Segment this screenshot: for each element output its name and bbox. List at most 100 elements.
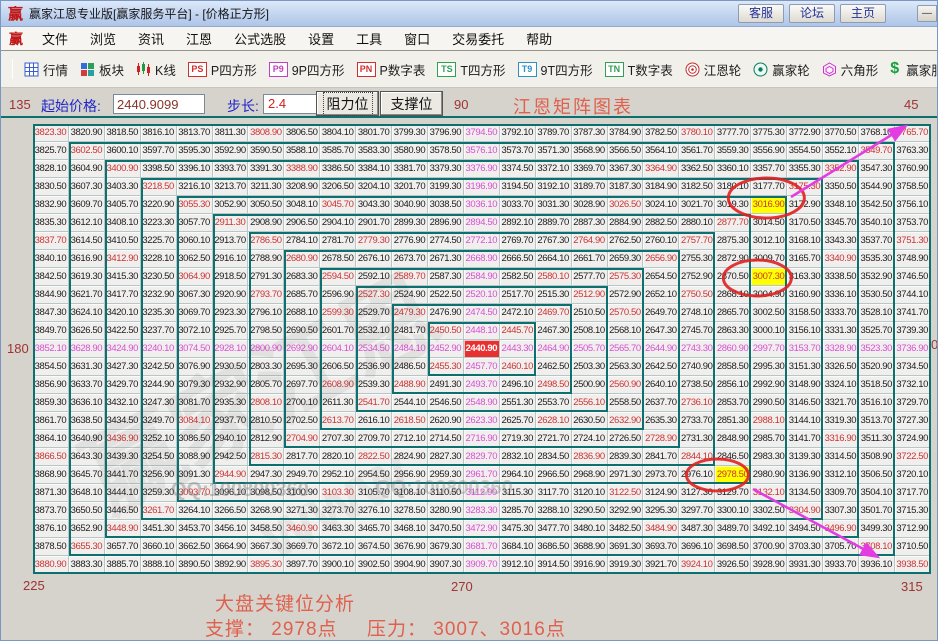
matrix-cell[interactable]: 3571.30 [536, 142, 572, 160]
matrix-cell[interactable]: 2596.90 [320, 286, 356, 304]
matrix-cell[interactable]: 3780.10 [679, 124, 715, 142]
matrix-cell[interactable]: 2856.10 [715, 376, 751, 394]
matrix-cell[interactable]: 3268.90 [248, 502, 284, 520]
matrix-cell[interactable]: 3897.70 [284, 556, 320, 574]
matrix-cell[interactable]: 3048.10 [284, 196, 320, 214]
matrix-cell[interactable]: 3206.50 [320, 178, 356, 196]
matrix-cell[interactable]: 3470.50 [428, 520, 464, 538]
matrix-cell[interactable]: 2956.90 [392, 466, 428, 484]
matrix-cell[interactable]: 2678.50 [320, 250, 356, 268]
matrix-cell[interactable]: 2971.30 [608, 466, 644, 484]
matrix-cell[interactable]: 3484.90 [643, 520, 679, 538]
matrix-cell[interactable]: 2659.30 [608, 250, 644, 268]
matrix-cell[interactable]: 2937.70 [213, 412, 249, 430]
matrix-cell[interactable]: 2582.50 [500, 268, 536, 286]
matrix-cell[interactable]: 3259.30 [141, 484, 177, 502]
matrix-cell[interactable]: 3796.90 [428, 124, 464, 142]
matrix-cell[interactable]: 3391.30 [248, 160, 284, 178]
matrix-cell[interactable]: 2721.70 [536, 430, 572, 448]
matrix-cell[interactable]: 3067.30 [177, 286, 213, 304]
menu-item-6[interactable]: 设置 [297, 32, 345, 47]
matrix-cell[interactable]: 2964.10 [500, 466, 536, 484]
matrix-cell[interactable]: 3748.90 [895, 250, 931, 268]
matrix-cell[interactable]: 3854.50 [33, 358, 69, 376]
matrix-cell[interactable]: 3355.30 [787, 160, 823, 178]
matrix-cell[interactable]: 2469.70 [536, 304, 572, 322]
matrix-cell[interactable]: 3710.50 [895, 538, 931, 556]
matrix-cell[interactable]: 3477.70 [536, 520, 572, 538]
matrix-cell[interactable]: 3352.90 [823, 160, 859, 178]
matrix-cell[interactable]: 3165.70 [787, 250, 823, 268]
matrix-cell[interactable]: 3696.10 [679, 538, 715, 556]
matrix-cell[interactable]: 3309.70 [823, 484, 859, 502]
matrix-cell[interactable]: 2476.90 [428, 304, 464, 322]
matrix-cell[interactable]: 3024.10 [643, 196, 679, 214]
matrix-cell[interactable]: 3650.50 [69, 502, 105, 520]
matrix-cell[interactable]: 3840.10 [33, 250, 69, 268]
matrix-cell[interactable]: 3835.30 [33, 214, 69, 232]
matrix-cell[interactable]: 2716.90 [464, 430, 500, 448]
matrix-cell[interactable]: 3744.10 [895, 286, 931, 304]
matrix-cell[interactable]: 3261.70 [141, 502, 177, 520]
matrix-cell[interactable]: 3660.10 [141, 538, 177, 556]
matrix-cell[interactable]: 3676.90 [392, 538, 428, 556]
matrix-cell[interactable]: 3403.30 [105, 178, 141, 196]
matrix-cell[interactable]: 3648.10 [69, 484, 105, 502]
matrix-cell[interactable]: 2968.90 [572, 466, 608, 484]
matrix-cell[interactable]: 2796.10 [248, 304, 284, 322]
matrix-cell[interactable]: 2522.50 [428, 286, 464, 304]
matrix-cell[interactable]: 3218.50 [141, 178, 177, 196]
matrix-cell[interactable]: 3004.90 [751, 286, 787, 304]
matrix-cell[interactable]: 3933.70 [823, 556, 859, 574]
matrix-cell[interactable]: 3444.10 [105, 484, 141, 502]
matrix-cell[interactable]: 3544.90 [859, 178, 895, 196]
matrix-cell[interactable]: 2858.50 [715, 358, 751, 376]
matrix-cell[interactable]: 3021.70 [679, 196, 715, 214]
matrix-cell[interactable]: 2952.10 [320, 466, 356, 484]
matrix-cell[interactable]: 3180.10 [715, 178, 751, 196]
matrix-cell[interactable]: 3825.70 [33, 142, 69, 160]
matrix-cell[interactable]: 2452.90 [428, 340, 464, 358]
matrix-cell[interactable]: 3513.70 [859, 412, 895, 430]
matrix-cell[interactable]: 3888.10 [141, 556, 177, 574]
matrix-cell[interactable]: 3580.90 [392, 142, 428, 160]
matrix-cell[interactable]: 3014.50 [751, 214, 787, 232]
matrix-cell[interactable]: 3684.10 [500, 538, 536, 556]
matrix-cell[interactable]: 2472.10 [500, 304, 536, 322]
matrix-cell[interactable]: 3211.30 [248, 178, 284, 196]
matrix-cell[interactable]: 3187.30 [608, 178, 644, 196]
toolbar-item-T四方形[interactable]: TST四方形 [437, 60, 505, 79]
matrix-cell[interactable]: 2980.90 [751, 466, 787, 484]
matrix-cell[interactable]: 3225.70 [141, 232, 177, 250]
toolbar-item-赢家轮[interactable]: 赢家轮 [753, 60, 810, 79]
matrix-cell[interactable]: 3777.70 [715, 124, 751, 142]
matrix-cell[interactable]: 2527.30 [356, 286, 392, 304]
matrix-cell[interactable]: 3597.70 [141, 142, 177, 160]
matrix-cell[interactable]: 3376.90 [464, 160, 500, 178]
matrix-cell[interactable]: 3578.50 [428, 142, 464, 160]
matrix-cell[interactable]: 2817.70 [284, 448, 320, 466]
matrix-cell[interactable]: 2599.30 [320, 304, 356, 322]
matrix-cell[interactable]: 3208.90 [284, 178, 320, 196]
matrix-cell[interactable]: 3139.30 [787, 448, 823, 466]
matrix-cell[interactable]: 2815.30 [248, 448, 284, 466]
matrix-cell[interactable]: 3525.70 [859, 322, 895, 340]
matrix-cell[interactable]: 3132.10 [751, 484, 787, 502]
matrix-cell[interactable]: 2904.10 [320, 214, 356, 232]
matrix-cell[interactable]: 3813.70 [177, 124, 213, 142]
home-button[interactable]: 主页 [840, 4, 886, 23]
matrix-cell[interactable]: 2690.50 [284, 322, 320, 340]
matrix-cell[interactable]: 3712.90 [895, 520, 931, 538]
matrix-cell[interactable]: 3432.10 [105, 394, 141, 412]
matrix-cell[interactable]: 2479.30 [392, 304, 428, 322]
matrix-cell[interactable]: 2697.70 [284, 376, 320, 394]
matrix-cell[interactable]: 3088.90 [177, 448, 213, 466]
matrix-cell[interactable]: 3631.30 [69, 358, 105, 376]
menu-item-3[interactable]: 资讯 [127, 32, 175, 47]
matrix-cell[interactable]: 2793.70 [248, 286, 284, 304]
matrix-cell[interactable]: 3242.50 [141, 358, 177, 376]
matrix-cell[interactable]: 3134.50 [787, 484, 823, 502]
matrix-cell[interactable]: 3096.10 [213, 484, 249, 502]
matrix-cell[interactable]: 2707.30 [320, 430, 356, 448]
matrix-cell[interactable]: 2625.70 [500, 412, 536, 430]
